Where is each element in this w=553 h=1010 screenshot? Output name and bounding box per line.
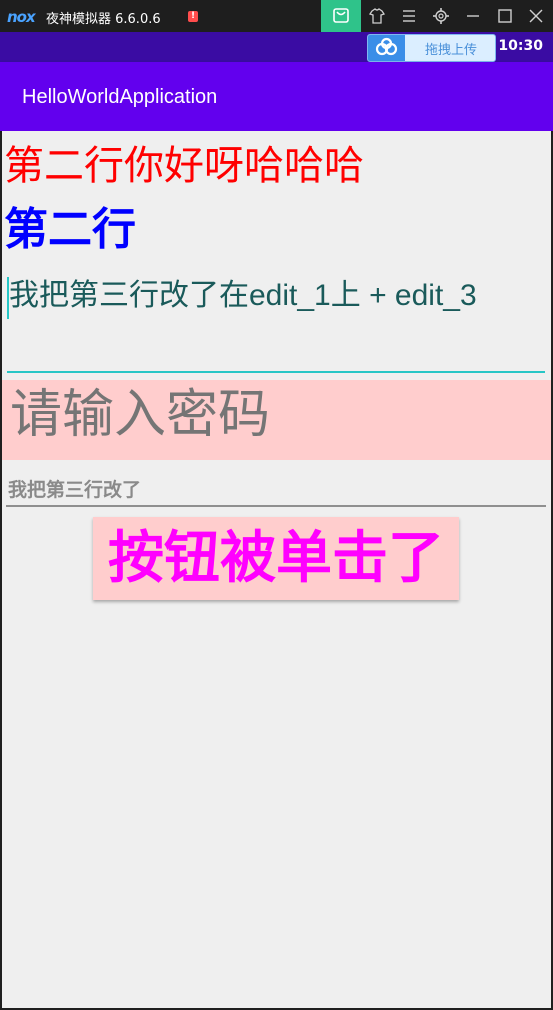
edit-text-3-value: 我把第三行改了 — [8, 479, 142, 501]
password-input[interactable] — [8, 384, 542, 446]
shirt-icon[interactable] — [362, 0, 392, 32]
content-area: 第二行你好呀哈哈哈 第二行 我把第三行改了在edit_1上 + edit_3 我… — [2, 131, 551, 1008]
gear-icon[interactable] — [426, 0, 456, 32]
edit-text-1-value: 我把第三行改了在edit_1上 + edit_3 — [9, 279, 477, 312]
edit-text-1[interactable]: 我把第三行改了在edit_1上 + edit_3 — [7, 271, 545, 373]
cloud-upload-icon — [368, 35, 405, 61]
nox-logo: nox — [7, 8, 36, 26]
status-clock: 10:30 — [498, 38, 543, 54]
clicked-button[interactable]: 按钮被单击了 — [93, 517, 459, 600]
store-bag-icon[interactable] — [321, 0, 361, 32]
edit-text-3[interactable]: 我把第三行改了 — [6, 471, 546, 507]
warning-icon[interactable]: ! — [188, 11, 198, 22]
drag-upload-widget[interactable]: 拖拽上传 — [367, 34, 496, 62]
app-title: HelloWorldApplication — [22, 86, 218, 108]
text-view-blue: 第二行 — [4, 204, 136, 255]
close-icon[interactable] — [521, 0, 551, 32]
app-bar: HelloWorldApplication — [0, 62, 553, 131]
minimize-icon[interactable] — [458, 0, 488, 32]
maximize-icon[interactable] — [490, 0, 520, 32]
emulator-title-bar: nox 夜神模拟器 6.6.0.6 ! — [0, 0, 553, 32]
password-field-container — [2, 380, 551, 460]
text-view-red: 第二行你好呀哈哈哈 — [4, 143, 364, 189]
upload-label: 拖拽上传 — [424, 43, 477, 58]
emulator-title: 夜神模拟器 6.6.0.6 — [46, 12, 161, 27]
menu-icon[interactable] — [394, 0, 424, 32]
